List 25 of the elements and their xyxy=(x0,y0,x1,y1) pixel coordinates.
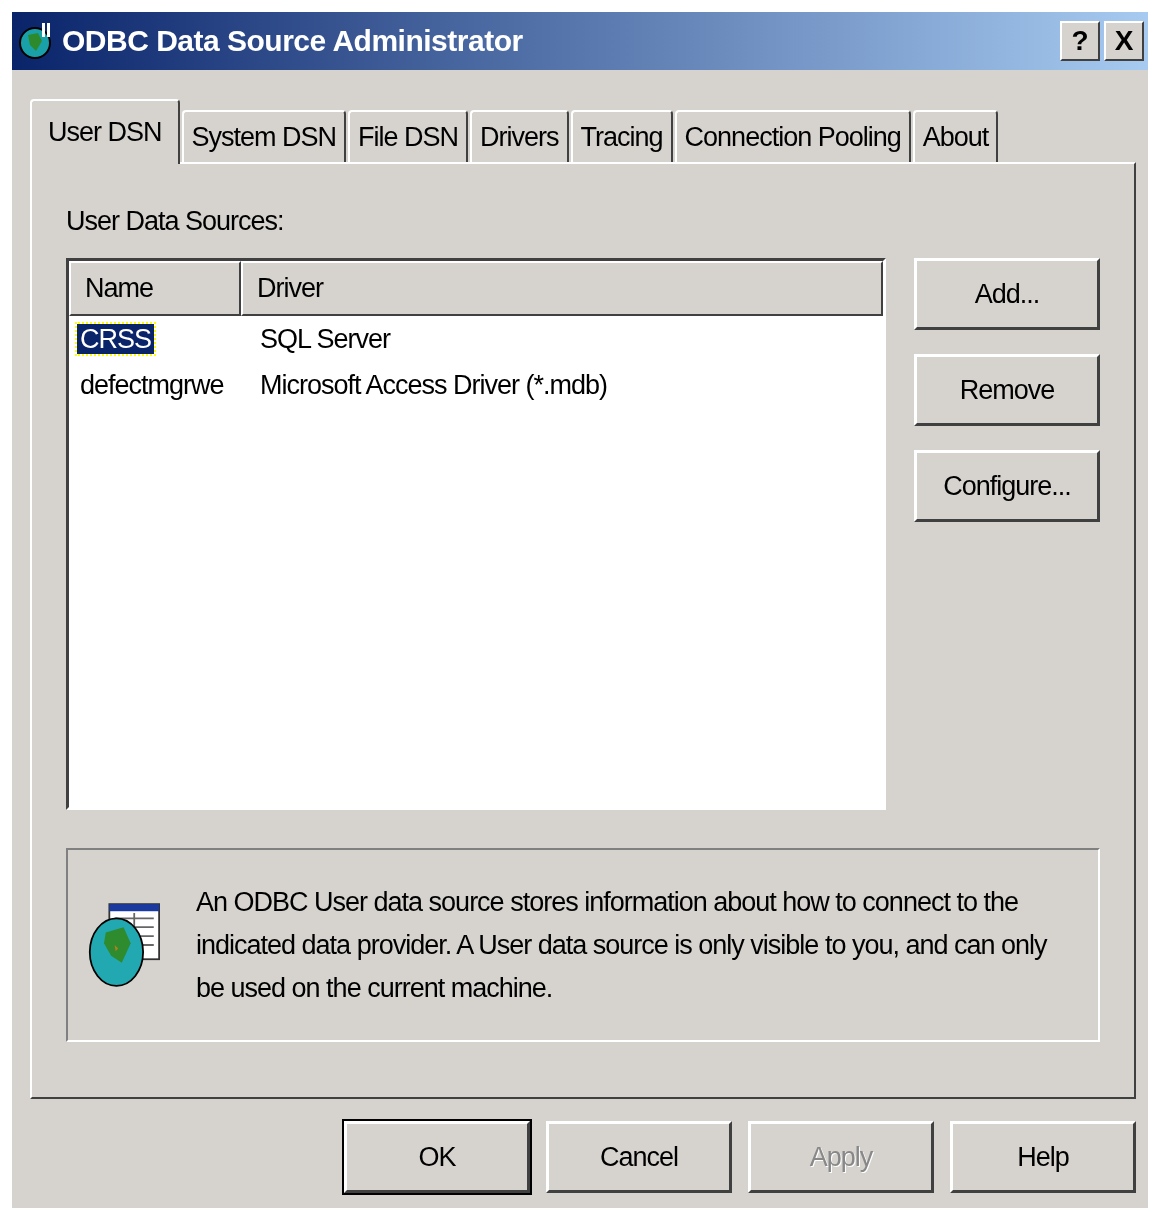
tab[interactable]: User DSN xyxy=(30,99,180,164)
info-text: An ODBC User data source stores information about how to connect to the indicated data provider. A User data source is only visible to you, and can only be used on the current machine. xyxy=(196,885,1049,1005)
action-button[interactable]: Remove xyxy=(914,354,1100,426)
data-source-name[interactable]: defectmgrwe xyxy=(77,369,227,400)
list-label: User Data Sources: xyxy=(66,206,284,238)
driver-name[interactable]: SQL Server xyxy=(257,323,394,354)
dialog-button[interactable]: Cancel xyxy=(546,1121,732,1193)
action-button[interactable]: Configure... xyxy=(914,450,1100,522)
window-title: ODBC Data Source Administrator xyxy=(62,24,524,58)
close-button[interactable]: X xyxy=(1104,21,1144,61)
tab[interactable]: About xyxy=(912,110,999,162)
action-button[interactable]: Add... xyxy=(914,258,1100,330)
tab[interactable]: System DSN xyxy=(181,110,347,162)
tab[interactable]: Tracing xyxy=(570,110,673,162)
driver-name[interactable]: Microsoft Access Driver (*.mdb) xyxy=(257,369,611,400)
column-header[interactable]: Driver xyxy=(241,261,883,316)
dialog-button[interactable]: Help xyxy=(950,1121,1136,1193)
help-button[interactable]: ? xyxy=(1060,21,1100,61)
dialog-button[interactable]: OK xyxy=(344,1121,530,1193)
tab[interactable]: File DSN xyxy=(348,110,469,162)
tab[interactable]: Connection Pooling xyxy=(674,110,911,162)
data-source-name[interactable]: CRSS xyxy=(77,323,154,354)
tab[interactable]: Drivers xyxy=(470,110,569,162)
column-header[interactable]: Name xyxy=(69,261,241,316)
data-source-list[interactable]: Name Driver CRSS SQL Server defectmgrwe Microsoft Access Driver (*.mdb) xyxy=(66,258,886,810)
